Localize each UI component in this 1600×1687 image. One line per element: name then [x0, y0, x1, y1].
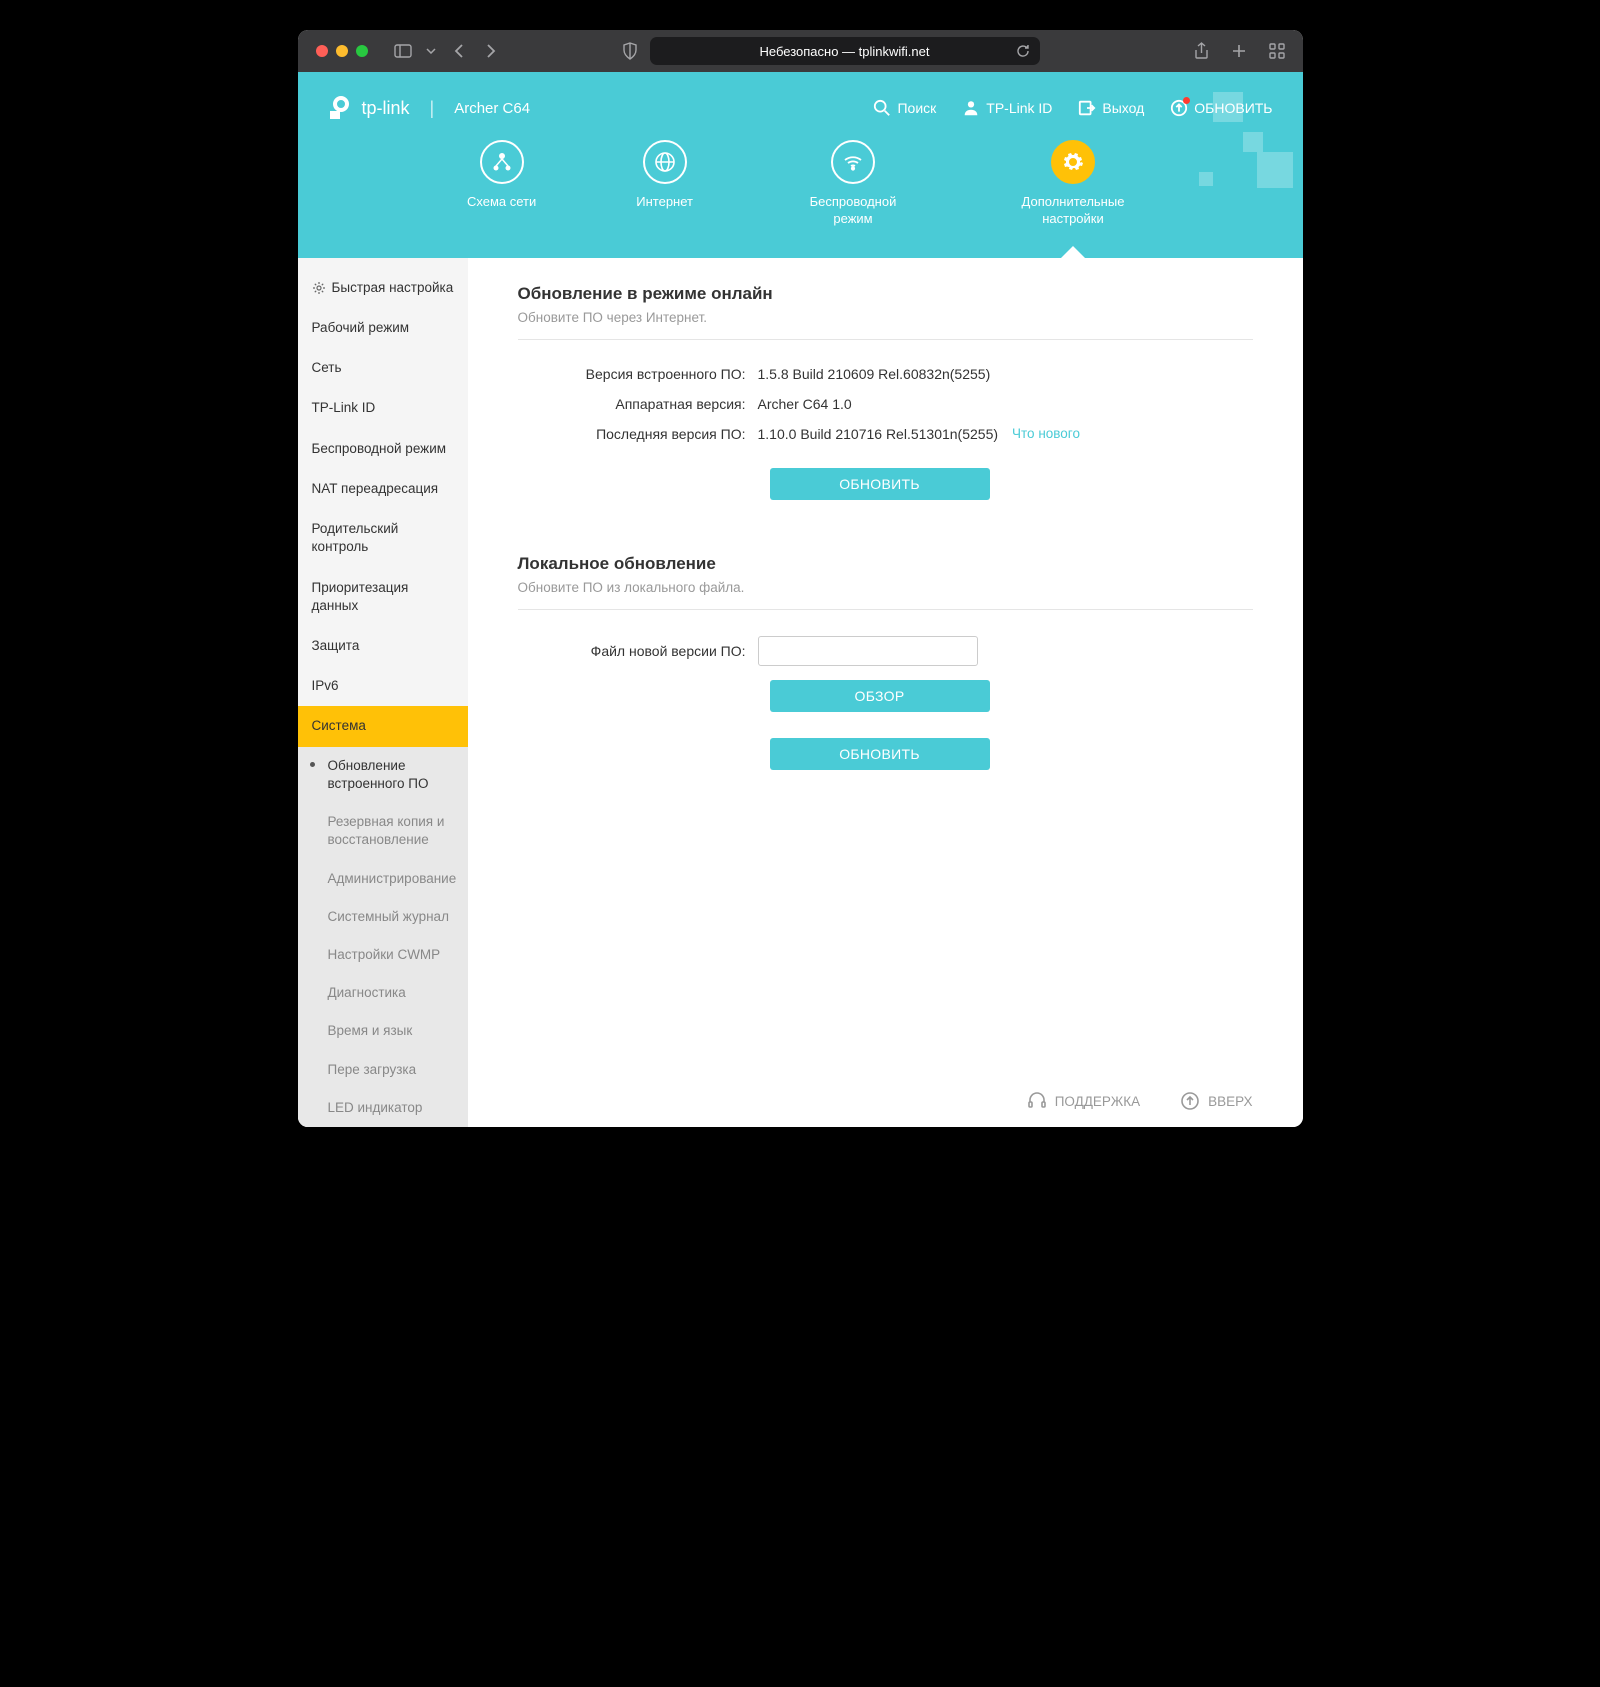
network-map-icon — [491, 151, 513, 173]
model-text: Archer C64 — [454, 100, 530, 117]
tplink-logo-icon — [328, 95, 354, 121]
sidebar-sub-reboot[interactable]: Пере загрузка — [322, 1051, 468, 1089]
share-icon[interactable] — [1194, 42, 1209, 60]
new-tab-icon[interactable] — [1231, 42, 1247, 60]
sidebar-sub-led[interactable]: LED индикатор — [322, 1089, 468, 1127]
chevron-down-icon[interactable] — [426, 48, 436, 54]
titlebar: Небезопасно — tplinkwifi.net — [298, 30, 1303, 72]
latest-version-label: Последняя версия ПО: — [518, 426, 758, 442]
hardware-version-label: Аппаратная версия: — [518, 396, 758, 412]
sidebar-sub-cwmp[interactable]: Настройки CWMP — [322, 936, 468, 974]
logo: tp-link | Archer C64 — [328, 95, 531, 121]
sidebar-item-ipv6[interactable]: IPv6 — [298, 666, 468, 706]
brand-text: tp-link — [362, 98, 410, 119]
tplink-id-action[interactable]: TP-Link ID — [962, 99, 1052, 117]
sidebar-sub-syslog[interactable]: Системный журнал — [322, 898, 468, 936]
gear-icon — [1062, 151, 1084, 173]
nav-wireless[interactable]: Беспроводной режим — [793, 140, 913, 228]
sidebar-item-wireless[interactable]: Беспроводной режим — [298, 429, 468, 469]
sidebar-item-tplink-id[interactable]: TP-Link ID — [298, 388, 468, 428]
logout-action[interactable]: Выход — [1078, 99, 1144, 117]
online-update-button[interactable]: ОБНОВИТЬ — [770, 468, 990, 500]
content: Обновление в режиме онлайн Обновите ПО ч… — [468, 258, 1303, 1127]
sidebar-toggle-icon[interactable] — [394, 44, 412, 58]
reload-icon[interactable] — [1016, 44, 1030, 58]
sidebar-sub-admin[interactable]: Администрирование — [322, 860, 468, 898]
sidebar-quick-setup[interactable]: Быстрая настройка — [298, 268, 468, 308]
main-nav: Схема сети Интернет Беспроводной режим Д… — [298, 128, 1303, 258]
file-label: Файл новой версии ПО: — [518, 643, 758, 659]
sidebar-item-operation-mode[interactable]: Рабочий режим — [298, 308, 468, 348]
sidebar-item-parental[interactable]: Родительский контроль — [298, 509, 468, 567]
sidebar: Быстрая настройка Рабочий режим Сеть TP-… — [298, 258, 468, 1127]
address-text: Небезопасно — tplinkwifi.net — [760, 44, 930, 59]
traffic-lights — [316, 45, 368, 57]
file-input[interactable] — [758, 636, 978, 666]
hardware-version-value: Archer C64 1.0 — [758, 396, 852, 412]
globe-icon — [654, 151, 676, 173]
arrow-up-circle-icon — [1180, 1091, 1200, 1111]
search-icon — [873, 99, 891, 117]
support-link[interactable]: ПОДДЕРЖКА — [1027, 1091, 1140, 1111]
footer: ПОДДЕРЖКА ВВЕРХ — [1027, 1091, 1253, 1111]
firmware-version-label: Версия встроенного ПО: — [518, 366, 758, 382]
wifi-icon — [842, 151, 864, 173]
maximize-window-button[interactable] — [356, 45, 368, 57]
nav-network-map[interactable]: Схема сети — [467, 140, 536, 228]
nav-internet[interactable]: Интернет — [636, 140, 693, 228]
scroll-top-link[interactable]: ВВЕРХ — [1180, 1091, 1252, 1111]
gear-small-icon — [312, 281, 326, 295]
sidebar-sub-diagnostics[interactable]: Диагностика — [322, 974, 468, 1012]
online-update-title: Обновление в режиме онлайн — [518, 284, 1253, 304]
sidebar-item-nat[interactable]: NAT переадресация — [298, 469, 468, 509]
whats-new-link[interactable]: Что нового — [1012, 426, 1080, 441]
forward-button[interactable] — [486, 43, 496, 59]
sidebar-item-qos[interactable]: Приоритезация данных — [298, 568, 468, 626]
sidebar-item-network[interactable]: Сеть — [298, 348, 468, 388]
browser-window: Небезопасно — tplinkwifi.net tp-link — [298, 30, 1303, 1127]
sidebar-item-security[interactable]: Защита — [298, 626, 468, 666]
person-icon — [962, 99, 980, 117]
minimize-window-button[interactable] — [336, 45, 348, 57]
shield-icon[interactable] — [622, 42, 638, 60]
local-update-button[interactable]: ОБНОВИТЬ — [770, 738, 990, 770]
search-action[interactable]: Поиск — [873, 99, 936, 117]
browse-button[interactable]: ОБЗОР — [770, 680, 990, 712]
firmware-version-value: 1.5.8 Build 210609 Rel.60832n(5255) — [758, 366, 991, 382]
local-update-desc: Обновите ПО из локального файла. — [518, 580, 1253, 610]
online-update-desc: Обновите ПО через Интернет. — [518, 310, 1253, 340]
latest-version-value: 1.10.0 Build 210716 Rel.51301n(5255) — [758, 426, 999, 442]
sidebar-sub-backup[interactable]: Резервная копия и восстановление — [322, 803, 468, 859]
sidebar-item-system[interactable]: Система — [298, 706, 468, 746]
sidebar-sub-time[interactable]: Время и язык — [322, 1012, 468, 1050]
sidebar-sub-firmware[interactable]: Обновление встроенного ПО — [322, 747, 468, 803]
back-button[interactable] — [454, 43, 464, 59]
tabs-overview-icon[interactable] — [1269, 42, 1285, 60]
logout-icon — [1078, 99, 1096, 117]
nav-advanced[interactable]: Дополнительные настройки — [1013, 140, 1133, 228]
close-window-button[interactable] — [316, 45, 328, 57]
local-update-title: Локальное обновление — [518, 554, 1253, 574]
app-header: tp-link | Archer C64 Поиск TP-Link ID Вы… — [298, 72, 1303, 258]
headset-icon — [1027, 1091, 1047, 1111]
address-bar[interactable]: Небезопасно — tplinkwifi.net — [650, 37, 1040, 65]
